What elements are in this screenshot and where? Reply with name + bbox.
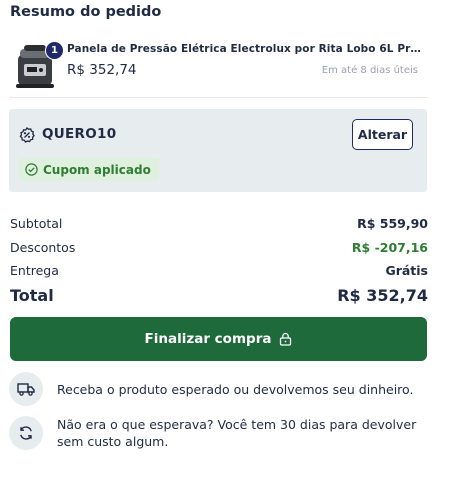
change-coupon-button[interactable]: Alterar (352, 119, 413, 150)
truck-icon (17, 383, 35, 396)
delivery-label: Entrega (10, 263, 59, 278)
quantity-badge: 1 (45, 41, 64, 60)
discount-label: Descontos (10, 240, 76, 255)
subtotal-row: Subtotal R$ 559,90 (10, 216, 428, 231)
coupon-box: QUERO10 Alterar Cupom aplicado (9, 109, 427, 192)
guarantee-text: Receba o produto esperado ou devolvemos … (57, 382, 414, 397)
subtotal-value: R$ 559,90 (357, 216, 428, 231)
total-value: R$ 352,74 (337, 286, 428, 305)
delivery-estimate: Em até 8 dias úteis (321, 65, 418, 76)
subtotal-label: Subtotal (10, 216, 63, 231)
percent-coupon-icon (19, 127, 35, 143)
coupon-applied-badge: Cupom aplicado (19, 158, 159, 181)
returns-text: Não era o que esperava? Você tem 30 dias… (57, 417, 417, 449)
refresh-icon (20, 426, 32, 440)
product-price: R$ 352,74 (67, 62, 137, 78)
order-summary-title: Resumo do pedido (10, 4, 162, 20)
coupon-code: QUERO10 (42, 126, 117, 142)
coupon-applied-label: Cupom aplicado (43, 162, 151, 177)
discount-value: R$ -207,16 (351, 240, 428, 255)
checkout-button[interactable]: Finalizar compra (10, 317, 427, 361)
discount-row: Descontos R$ -207,16 (10, 240, 428, 255)
product-name[interactable]: Panela de Pressão Elétrica Electrolux po… (67, 43, 425, 55)
checkout-button-label: Finalizar compra (144, 331, 272, 347)
cart-item: 1 Panela de Pressão Elétrica Electrolux … (10, 40, 428, 96)
lock-icon (280, 332, 292, 346)
total-label: Total (10, 286, 54, 305)
divider (10, 97, 427, 98)
total-row: Total R$ 352,74 (10, 286, 428, 305)
delivery-value: Grátis (385, 263, 428, 278)
delivery-row: Entrega Grátis (10, 263, 428, 278)
check-circle-icon (25, 163, 38, 176)
